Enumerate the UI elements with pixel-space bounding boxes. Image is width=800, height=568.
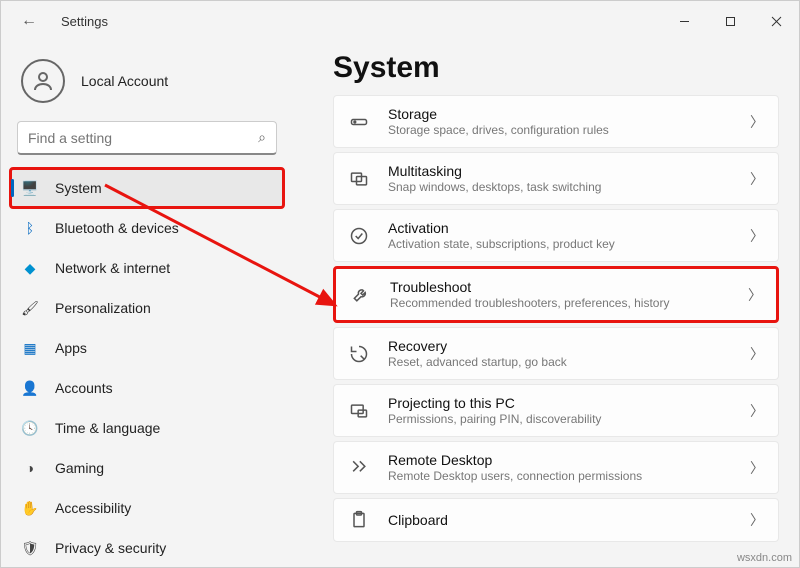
setting-desc: Reset, advanced startup, go back (388, 355, 732, 369)
account-section[interactable]: Local Account (11, 49, 283, 121)
setting-item-clipboard[interactable]: Clipboard 〉 (333, 498, 779, 542)
nav-icon: 👤 (21, 379, 39, 397)
activation-icon (348, 225, 370, 247)
setting-title: Recovery (388, 338, 732, 354)
nav-icon: ✋ (21, 499, 39, 517)
setting-desc: Recommended troubleshooters, preferences… (390, 296, 730, 310)
nav-label: Accessibility (55, 500, 131, 516)
person-icon (31, 69, 55, 93)
setting-title: Storage (388, 106, 732, 122)
nav-item-privacy-security[interactable]: 🛡 Privacy & security (11, 529, 283, 567)
settings-list: StorageStorage space, drives, configurat… (333, 95, 779, 542)
nav-list: 🖥️ System ᛒ Bluetooth & devices ◆ Network & i… (11, 169, 283, 567)
nav-item-bluetooth-devices[interactable]: ᛒ Bluetooth & devices (11, 209, 283, 247)
minimize-icon (679, 16, 690, 27)
account-name: Local Account (81, 73, 168, 89)
setting-item-troubleshoot[interactable]: TroubleshootRecommended troubleshooters,… (333, 266, 779, 323)
setting-item-projecting-to-this-pc[interactable]: Projecting to this PCPermissions, pairin… (333, 384, 779, 437)
nav-icon: 🖌 (21, 299, 39, 317)
nav-item-apps[interactable]: ▦ Apps (11, 329, 283, 367)
clipboard-icon (348, 509, 370, 531)
setting-title: Multitasking (388, 163, 732, 179)
setting-item-recovery[interactable]: RecoveryReset, advanced startup, go back… (333, 327, 779, 380)
chevron-right-icon: 〉 (750, 112, 764, 132)
nav-label: Accounts (55, 380, 113, 396)
setting-desc: Remote Desktop users, connection permiss… (388, 469, 732, 483)
chevron-right-icon: 〉 (750, 510, 764, 530)
nav-icon: 🕓 (21, 419, 39, 437)
nav-item-accessibility[interactable]: ✋ Accessibility (11, 489, 283, 527)
setting-title: Clipboard (388, 512, 732, 528)
chevron-right-icon: 〉 (748, 285, 762, 305)
projecting-icon (348, 400, 370, 422)
troubleshoot-icon (350, 284, 372, 306)
close-button[interactable] (753, 1, 799, 41)
search-box[interactable]: ⌕ (17, 121, 277, 155)
nav-item-time-language[interactable]: 🕓 Time & language (11, 409, 283, 447)
nav-label: Privacy & security (55, 540, 166, 556)
window-controls (661, 1, 799, 41)
titlebar: ← Settings (1, 1, 799, 41)
search-icon: ⌕ (258, 129, 266, 146)
nav-icon: 🛡 (21, 539, 39, 557)
setting-title: Troubleshoot (390, 279, 730, 295)
minimize-button[interactable] (661, 1, 707, 41)
setting-title: Projecting to this PC (388, 395, 732, 411)
setting-item-remote-desktop[interactable]: Remote DesktopRemote Desktop users, conn… (333, 441, 779, 494)
nav-label: Bluetooth & devices (55, 220, 179, 236)
nav-item-network-internet[interactable]: ◆ Network & internet (11, 249, 283, 287)
setting-desc: Storage space, drives, configuration rul… (388, 123, 732, 137)
search-input[interactable] (28, 130, 258, 146)
maximize-icon (725, 16, 736, 27)
setting-desc: Activation state, subscriptions, product… (388, 237, 732, 251)
avatar (21, 59, 65, 103)
nav-item-gaming[interactable]: ◑ Gaming (11, 449, 283, 487)
multitasking-icon (348, 168, 370, 190)
close-icon (771, 16, 782, 27)
watermark: wsxdn.com (737, 552, 792, 564)
nav-label: Personalization (55, 300, 151, 316)
nav-icon: 🖥️ (21, 179, 39, 197)
nav-label: Apps (55, 340, 87, 356)
nav-icon: ᛒ (21, 219, 39, 237)
setting-desc: Snap windows, desktops, task switching (388, 180, 732, 194)
main-panel: System StorageStorage space, drives, con… (293, 41, 799, 567)
maximize-button[interactable] (707, 1, 753, 41)
storage-icon (348, 111, 370, 133)
setting-item-activation[interactable]: ActivationActivation state, subscription… (333, 209, 779, 262)
page-title: System (333, 51, 779, 85)
nav-icon: ◑ (21, 459, 39, 477)
chevron-right-icon: 〉 (750, 458, 764, 478)
chevron-right-icon: 〉 (750, 226, 764, 246)
nav-icon: ◆ (21, 259, 39, 277)
chevron-right-icon: 〉 (750, 401, 764, 421)
setting-item-multitasking[interactable]: MultitaskingSnap windows, desktops, task… (333, 152, 779, 205)
nav-item-personalization[interactable]: 🖌 Personalization (11, 289, 283, 327)
sidebar: Local Account ⌕ 🖥️ System ᛒ Bluetooth & dev… (1, 41, 293, 567)
nav-item-system[interactable]: 🖥️ System (11, 169, 283, 207)
recovery-icon (348, 343, 370, 365)
chevron-right-icon: 〉 (750, 169, 764, 189)
setting-title: Remote Desktop (388, 452, 732, 468)
nav-label: Gaming (55, 460, 104, 476)
nav-icon: ▦ (21, 339, 39, 357)
nav-item-accounts[interactable]: 👤 Accounts (11, 369, 283, 407)
chevron-right-icon: 〉 (750, 344, 764, 364)
nav-label: Network & internet (55, 260, 170, 276)
window-title: Settings (61, 14, 108, 29)
remote-icon (348, 457, 370, 479)
back-button[interactable]: ← (17, 9, 41, 33)
setting-title: Activation (388, 220, 732, 236)
setting-item-storage[interactable]: StorageStorage space, drives, configurat… (333, 95, 779, 148)
nav-label: System (55, 180, 102, 196)
setting-desc: Permissions, pairing PIN, discoverabilit… (388, 412, 732, 426)
nav-label: Time & language (55, 420, 160, 436)
